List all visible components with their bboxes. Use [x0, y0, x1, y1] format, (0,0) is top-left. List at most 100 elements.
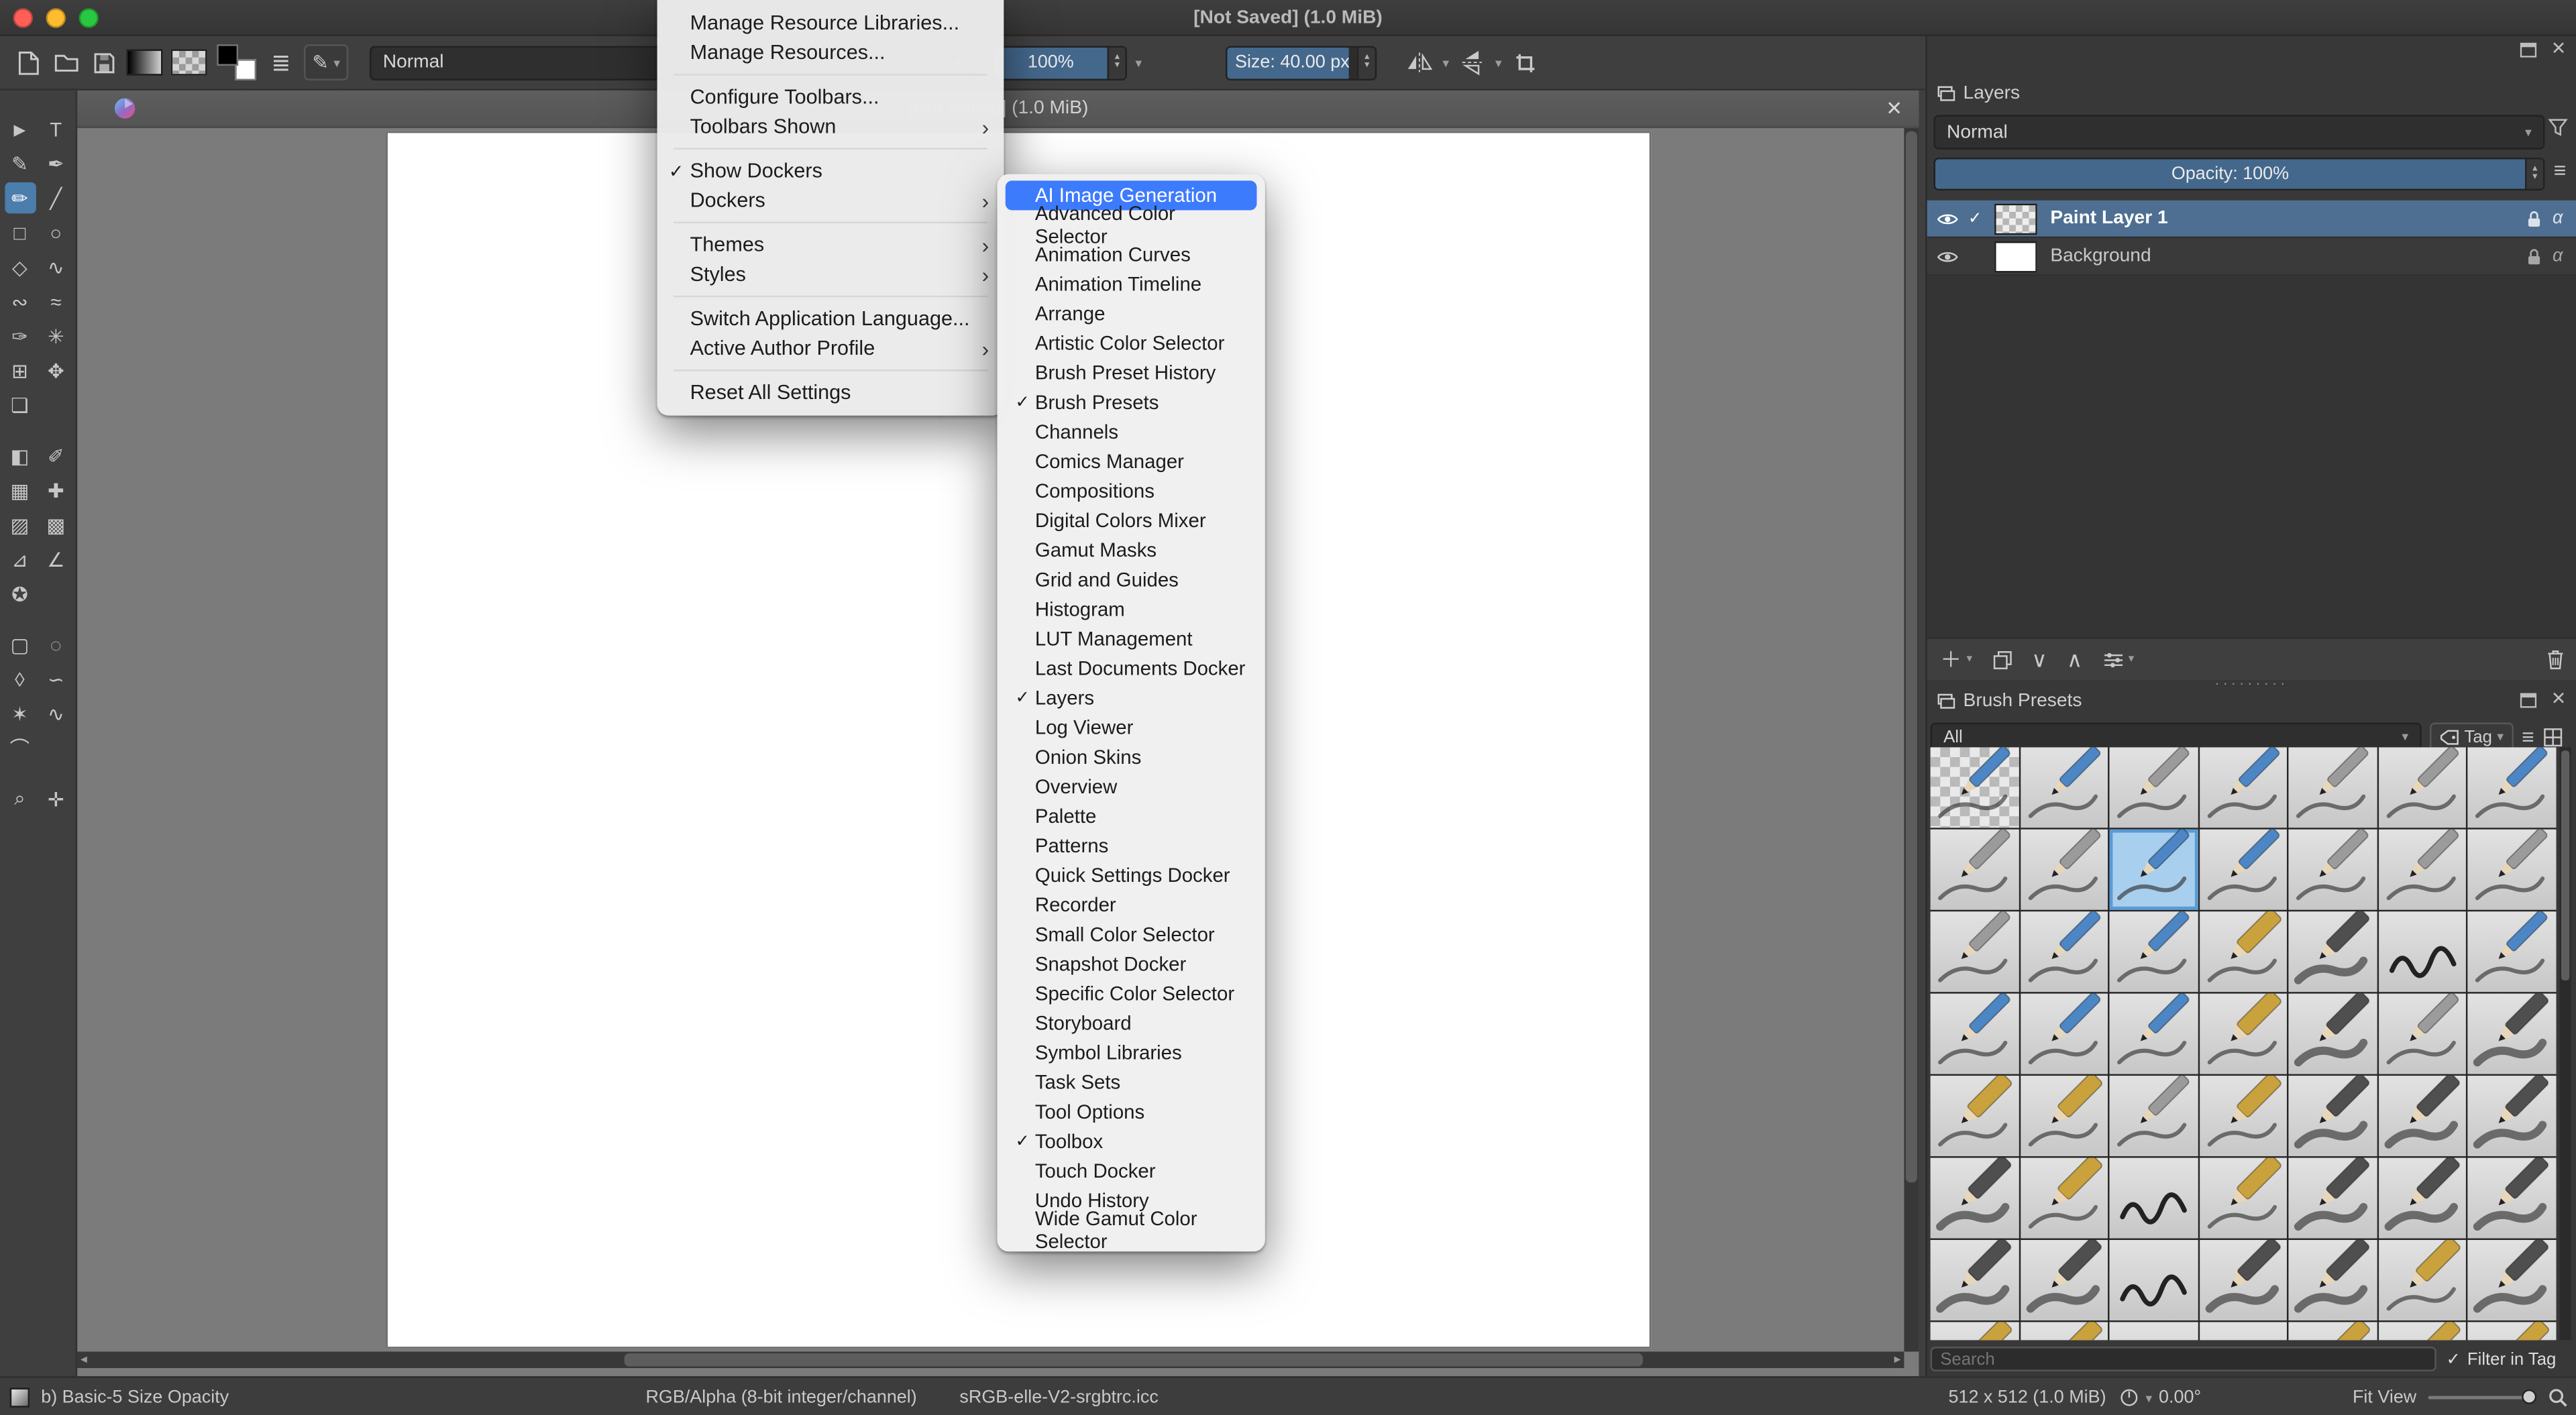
menu-item-themes[interactable]: Themes › [657, 230, 1004, 260]
submenu-item-patterns[interactable]: Patterns [1006, 831, 1257, 860]
alpha-lock-icon[interactable]: α [2553, 209, 2563, 228]
brush-preset-9[interactable] [2020, 829, 2108, 910]
brush-preset-14[interactable] [2468, 829, 2557, 910]
brush-preset-6[interactable] [2378, 747, 2467, 828]
tag-button[interactable]: Tag ▾ [2430, 722, 2514, 751]
submenu-item-recorder[interactable]: Recorder [1006, 890, 1257, 919]
tool-polygonal-select[interactable]: ◊ [4, 663, 36, 695]
submenu-item-palette[interactable]: Palette [1006, 801, 1257, 831]
zoom-slider[interactable] [2428, 1389, 2537, 1404]
submenu-item-lut-management[interactable]: LUT Management [1006, 624, 1257, 654]
tool-transform[interactable]: ⊞ [4, 355, 36, 386]
tool-ellipse[interactable]: ○ [40, 217, 72, 248]
brush-preset-11[interactable] [2199, 829, 2288, 910]
submenu-item-quick-settings-docker[interactable]: Quick Settings Docker [1006, 860, 1257, 890]
layer-opacity-slider[interactable]: Opacity: 100% ▴ ▾ [1933, 158, 2545, 191]
brush-preset-5[interactable] [2289, 747, 2377, 828]
docker-float-icon[interactable] [2520, 693, 2536, 708]
docker-close-icon[interactable]: ✕ [2551, 40, 2567, 58]
brush-preset-10[interactable] [2109, 829, 2198, 910]
zoom-mode-label[interactable]: Fit View [2353, 1388, 2416, 1407]
tool-edit-shapes[interactable]: ✎ [4, 148, 36, 179]
brush-preset-55[interactable] [2378, 1322, 2467, 1341]
menu-item-show-dockers[interactable]: ✓ Show Dockers [657, 156, 1004, 186]
move-layer-down-button[interactable]: ∨ [2031, 648, 2047, 670]
brush-preset-44[interactable] [2020, 1239, 2108, 1320]
tool-freehand-brush[interactable]: ✏ [4, 182, 36, 214]
presets-grid-view-icon[interactable] [2542, 727, 2562, 746]
brush-preset-32[interactable] [2199, 1076, 2288, 1157]
brush-preset-24[interactable] [2109, 993, 2198, 1074]
brush-preset-28[interactable] [2468, 993, 2557, 1074]
brush-preset-15[interactable] [1930, 911, 2019, 993]
tool-line[interactable]: ╱ [40, 182, 72, 214]
brush-preset-27[interactable] [2378, 993, 2467, 1074]
tool-reference-images[interactable]: ✪ [4, 578, 36, 610]
layer-opacity-spin-buttons[interactable]: ▴ ▾ [2525, 159, 2544, 189]
brush-preset-25[interactable] [2199, 993, 2288, 1074]
docker-float-icon[interactable] [2520, 42, 2536, 58]
tool-bezier-curve[interactable]: ∾ [4, 286, 36, 317]
tool-assistants[interactable]: ⊿ [4, 544, 36, 575]
open-document-button[interactable] [51, 48, 80, 77]
menu-item-switch-application-language[interactable]: Switch Application Language... [657, 304, 1004, 333]
brush-grid-scrollbar[interactable] [2559, 747, 2571, 1341]
tool-pattern-edit[interactable]: ▦ [4, 475, 36, 506]
menu-item-dockers[interactable]: Dockers › [657, 186, 1004, 215]
tool-freehand-select[interactable]: ∽ [40, 663, 72, 695]
tool-pan[interactable]: ✛ [40, 783, 72, 815]
brush-preset-7[interactable] [2468, 747, 2557, 828]
submenu-item-touch-docker[interactable]: Touch Docker [1006, 1156, 1257, 1186]
mirror-vertical-dropdown-icon[interactable]: ▾ [1495, 55, 1502, 70]
tag-filter-select[interactable]: All ▾ [1930, 722, 2422, 751]
tool-similar-color-select[interactable]: ✶ [4, 698, 36, 730]
tool-move[interactable]: ✥ [40, 355, 72, 386]
submenu-item-comics-manager[interactable]: Comics Manager [1006, 447, 1257, 476]
submenu-item-digital-colors-mixer[interactable]: Digital Colors Mixer [1006, 506, 1257, 535]
tool-elliptical-select[interactable]: ◌ [40, 629, 72, 661]
tool-select-shapes[interactable]: ► [4, 113, 36, 145]
brush-preset-38[interactable] [2109, 1157, 2198, 1239]
tool-fill[interactable]: ▨ [4, 509, 36, 541]
brush-preset-41[interactable] [2378, 1157, 2467, 1239]
submenu-item-advanced-color-selector[interactable]: Advanced Color Selector [1006, 202, 1257, 248]
submenu-item-channels[interactable]: Channels [1006, 417, 1257, 447]
tool-color-sampler[interactable]: ✐ [40, 440, 72, 471]
add-layer-button[interactable]: ＋ ▾ [1940, 648, 1972, 670]
duplicate-layer-button[interactable] [1992, 650, 2011, 669]
zoom-slider-thumb[interactable] [2521, 1389, 2537, 1404]
tool-multibrush[interactable]: ✳ [40, 321, 72, 352]
submenu-item-snapshot-docker[interactable]: Snapshot Docker [1006, 950, 1257, 979]
brush-preset-33[interactable] [2289, 1076, 2377, 1157]
submenu-item-tool-options[interactable]: Tool Options [1006, 1097, 1257, 1127]
tool-calligraphy[interactable]: ✒ [40, 148, 72, 179]
document-close-icon[interactable]: ✕ [1886, 91, 1902, 128]
brush-preset-51[interactable] [2020, 1322, 2108, 1341]
submenu-item-brush-preset-history[interactable]: Brush Preset History [1006, 358, 1257, 388]
docker-close-icon[interactable]: ✕ [2551, 691, 2567, 709]
brush-preset-40[interactable] [2289, 1157, 2377, 1239]
brush-preset-37[interactable] [2020, 1157, 2108, 1239]
brush-preset-47[interactable] [2289, 1239, 2377, 1320]
edit-brush-settings-button[interactable]: ✎ ▾ [304, 44, 349, 81]
brush-preset-3[interactable] [2109, 747, 2198, 828]
submenu-item-artistic-color-selector[interactable]: Artistic Color Selector [1006, 329, 1257, 358]
submenu-item-compositions[interactable]: Compositions [1006, 476, 1257, 506]
scroll-right-icon[interactable]: ▸ [1894, 1352, 1901, 1368]
foreground-background-colors[interactable] [215, 43, 258, 82]
menu-item-manage-resources[interactable]: Manage Resources... [657, 38, 1004, 67]
layer-blending-mode-select[interactable]: Normal ▾ [1933, 115, 2545, 150]
submenu-item-last-documents-docker[interactable]: Last Documents Docker [1006, 654, 1257, 683]
brush-preset-20[interactable] [2378, 911, 2467, 993]
brush-preset-48[interactable] [2378, 1239, 2467, 1320]
layer-row-paint-layer-1[interactable]: ✓ Paint Layer 1 α [1927, 200, 2576, 239]
mirror-horizontal-dropdown-icon[interactable]: ▾ [1442, 55, 1449, 70]
menu-item-styles[interactable]: Styles › [657, 260, 1004, 289]
brush-search-input[interactable] [1930, 1347, 2436, 1371]
layer-lock-icon[interactable] [2526, 247, 2541, 266]
tool-dynamic-brush[interactable]: ✑ [4, 321, 36, 352]
filter-in-tag-checkbox[interactable]: ✓ Filter in Tag [2447, 1349, 2557, 1369]
size-slider[interactable]: Size: 40.00 px ▴ ▾ [1226, 45, 1377, 80]
brush-preset-35[interactable] [2468, 1076, 2557, 1157]
brush-preset-4[interactable] [2199, 747, 2288, 828]
